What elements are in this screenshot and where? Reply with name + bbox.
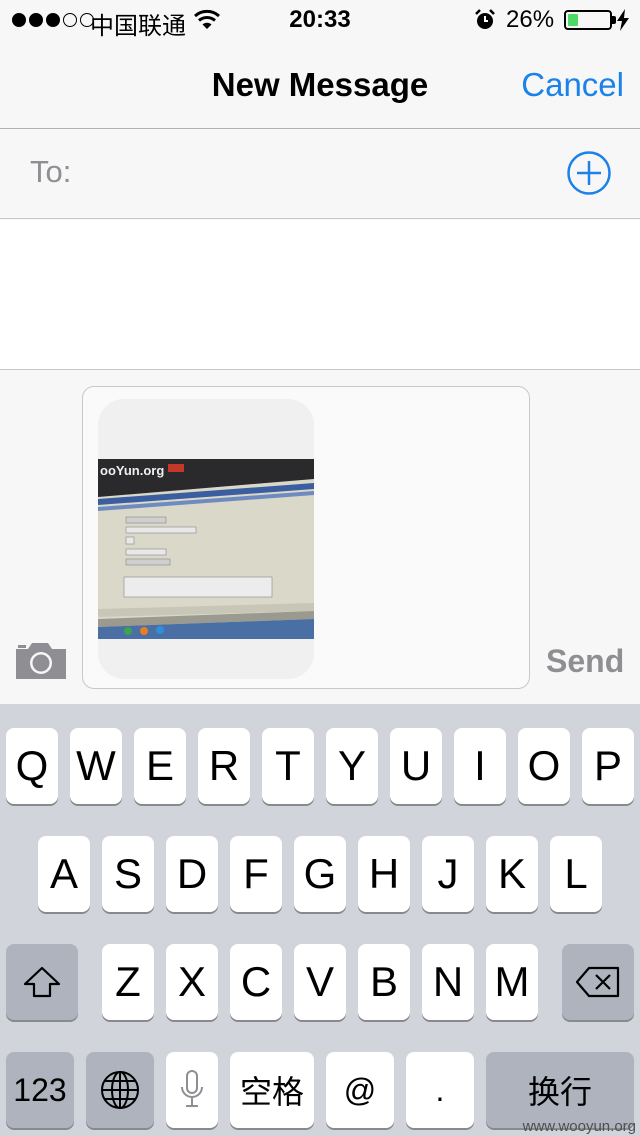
compose-bar: ooYun.org Send	[0, 371, 640, 704]
key-f[interactable]: F	[230, 836, 282, 912]
backspace-icon	[575, 966, 620, 998]
key-u[interactable]: U	[390, 728, 442, 804]
globe-key[interactable]	[86, 1052, 154, 1128]
key-a[interactable]: A	[38, 836, 90, 912]
recipient-row: To:	[0, 130, 640, 219]
key-v[interactable]: V	[294, 944, 346, 1020]
keyboard-row-1: QWERTYUIOP	[0, 728, 640, 804]
conversation-area	[0, 220, 640, 370]
space-key[interactable]: 空格	[230, 1052, 314, 1128]
delete-key[interactable]	[562, 944, 634, 1020]
key-e[interactable]: E	[134, 728, 186, 804]
key-i[interactable]: I	[454, 728, 506, 804]
battery-percentage: 26%	[506, 6, 555, 33]
keyboard-row-2: ASDFGHJKL	[0, 836, 640, 912]
svg-text:ooYun.org: ooYun.org	[100, 463, 164, 478]
message-input[interactable]: ooYun.org	[82, 386, 530, 689]
key-q[interactable]: Q	[6, 728, 58, 804]
battery-icon	[564, 10, 616, 30]
photo-thumbnail: ooYun.org	[98, 459, 314, 639]
photo-attachment[interactable]: ooYun.org	[98, 399, 314, 679]
keyboard: QWERTYUIOP ASDFGHJKL ZXCVBNM 123 空格 @ . …	[0, 704, 640, 1136]
keyboard-row-3: ZXCVBNM	[0, 944, 640, 1020]
globe-icon	[101, 1071, 139, 1109]
key-k[interactable]: K	[486, 836, 538, 912]
key-j[interactable]: J	[422, 836, 474, 912]
alarm-clock-icon	[475, 9, 495, 29]
key-p[interactable]: P	[582, 728, 634, 804]
key-h[interactable]: H	[358, 836, 410, 912]
shift-key[interactable]	[6, 944, 78, 1020]
key-r[interactable]: R	[198, 728, 250, 804]
watermark: www.wooyun.org	[522, 1118, 636, 1135]
add-contact-plus-icon[interactable]	[566, 150, 612, 196]
key-t[interactable]: T	[262, 728, 314, 804]
key-g[interactable]: G	[294, 836, 346, 912]
at-key[interactable]: @	[326, 1052, 394, 1128]
navigation-bar: New Message Cancel	[0, 40, 640, 129]
status-bar: 中国联通 20:33 26%	[0, 0, 640, 40]
cancel-button[interactable]: Cancel	[521, 66, 624, 104]
key-b[interactable]: B	[358, 944, 410, 1020]
key-y[interactable]: Y	[326, 728, 378, 804]
microphone-icon	[181, 1070, 203, 1107]
return-key[interactable]: 换行	[486, 1052, 634, 1128]
period-key[interactable]: .	[406, 1052, 474, 1128]
recipient-input[interactable]	[86, 148, 546, 198]
key-s[interactable]: S	[102, 836, 154, 912]
to-label: To:	[30, 154, 72, 189]
key-o[interactable]: O	[518, 728, 570, 804]
battery-terminal	[612, 16, 616, 24]
key-z[interactable]: Z	[102, 944, 154, 1020]
send-button[interactable]: Send	[546, 643, 624, 680]
key-l[interactable]: L	[550, 836, 602, 912]
camera-icon[interactable]	[14, 641, 68, 681]
battery-level-fill	[568, 14, 578, 26]
key-m[interactable]: M	[486, 944, 538, 1020]
key-x[interactable]: X	[166, 944, 218, 1020]
numbers-key[interactable]: 123	[6, 1052, 74, 1128]
key-w[interactable]: W	[70, 728, 122, 804]
charging-bolt-icon	[617, 9, 629, 31]
key-n[interactable]: N	[422, 944, 474, 1020]
shift-arrow-icon	[23, 966, 61, 998]
dictation-key[interactable]	[166, 1052, 218, 1128]
key-d[interactable]: D	[166, 836, 218, 912]
key-c[interactable]: C	[230, 944, 282, 1020]
keyboard-row-4: 123 空格 @ . 换行	[0, 1052, 640, 1128]
